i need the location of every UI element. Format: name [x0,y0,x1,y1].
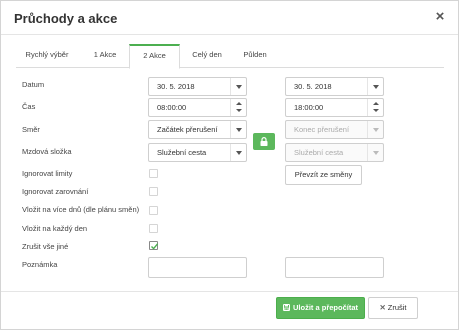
chevron-down-icon[interactable] [230,78,246,95]
lock-button[interactable] [253,133,275,150]
spinner-icon[interactable] [230,99,246,116]
footer-divider [1,291,458,292]
date-value-1: 30. 5. 2018 [157,82,195,91]
spinner-icon[interactable] [367,99,383,116]
wage-component-value-2: Služební cesta [294,148,344,157]
date-field-1[interactable]: 30. 5. 2018 [148,77,247,96]
direction-select-1[interactable]: Začátek přerušení [148,120,247,139]
time-value-1: 08:00:00 [157,103,187,112]
label-smer: Směr [22,125,40,134]
tab-pulden[interactable]: Půlden [234,44,276,68]
floppy-disk-icon [282,304,290,311]
tab-bar: Rychlý výběr 1 Akce 2 Akce Celý den Půld… [16,44,444,69]
date-value-2: 30. 5. 2018 [294,82,332,91]
time-field-2[interactable]: 18:00:00 [285,98,384,117]
label-vlozit-kazdy-den: Vložit na každý den [22,224,88,233]
tab-cely-den[interactable]: Celý den [184,44,230,68]
dialog: Průchody a akce × Rychlý výběr 1 Akce 2 … [0,0,459,330]
tab-2-akce[interactable]: 2 Akce [129,44,180,69]
label-mzdova-slozka: Mzdová složka [22,147,72,156]
tab-1-akce[interactable]: 1 Akce [82,44,128,68]
chevron-down-icon[interactable] [367,78,383,95]
label-zrusit-vse-jine: Zrušit vše jiné [22,242,69,251]
label-poznamka: Poznámka [22,260,58,269]
note-field-1[interactable] [148,257,247,278]
direction-select-2: Konec přerušení [285,120,384,139]
cancel-button-label: Zrušit [387,303,407,312]
ignore-alignment-checkbox[interactable] [149,187,158,196]
time-value-2: 18:00:00 [294,103,324,112]
insert-every-day-checkbox[interactable] [149,224,158,233]
checkmark-icon [151,243,159,250]
chevron-down-icon [367,121,383,138]
close-icon[interactable]: × [433,9,447,25]
take-from-shift-button[interactable]: Převzít ze směny [285,165,362,185]
save-button-label: Uložit a přepočítat [292,303,358,312]
wage-component-select-1[interactable]: Služební cesta [148,143,247,162]
chevron-down-icon[interactable] [230,121,246,138]
chevron-down-icon[interactable] [230,144,246,161]
insert-multiple-days-checkbox[interactable] [149,206,158,215]
time-field-1[interactable]: 08:00:00 [148,98,247,117]
cancel-all-other-checkbox[interactable] [149,241,159,250]
label-ignorovat-zarovnani: Ignorovat zarovnání [22,187,89,196]
tab-rychly-vyber[interactable]: Rychlý výběr [16,44,78,68]
lock-icon [260,137,268,146]
note-field-2[interactable] [285,257,384,278]
chevron-down-icon [367,144,383,161]
direction-value-1: Začátek přerušení [157,125,218,134]
label-cas: Čas [22,102,36,111]
date-field-2[interactable]: 30. 5. 2018 [285,77,384,96]
label-vlozit-vice-dnu: Vložit na více dnů (dle plánu směn) [22,205,140,214]
dialog-header: Průchody a akce × [1,1,458,35]
dialog-title: Průchody a akce [14,11,118,26]
save-and-recalculate-button[interactable]: Uložit a přepočítat [276,297,365,319]
wage-component-value-1: Služební cesta [157,148,207,157]
label-ignorovat-limity: Ignorovat limity [22,169,73,178]
cancel-button[interactable]: ✕ Zrušit [368,297,418,319]
x-icon: ✕ [379,303,386,312]
wage-component-select-2: Služební cesta [285,143,384,162]
ignore-limits-checkbox[interactable] [149,169,158,178]
label-datum: Datum [22,80,45,89]
direction-value-2: Konec přerušení [294,125,350,134]
